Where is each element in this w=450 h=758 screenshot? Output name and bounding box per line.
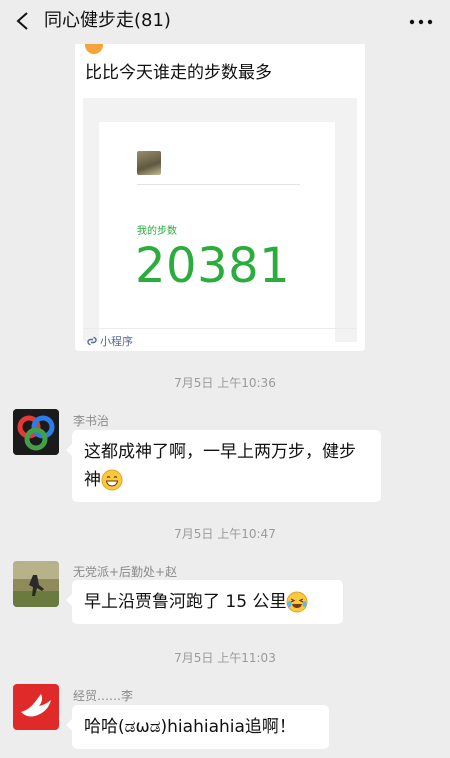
avatar-logo-icon [13, 409, 59, 455]
avatar-photo-icon [13, 561, 59, 607]
message-timestamp: 7月5日 上午10:47 [174, 527, 276, 541]
mini-program-avatar [137, 151, 161, 175]
message-timestamp: 7月5日 上午10:36 [174, 376, 276, 390]
message-text: 早上沿贾鲁河跑了 15 公里 [84, 592, 287, 612]
message-text: 这都成神了啊，一早上两万步，健步神 [84, 442, 356, 490]
back-icon[interactable] [12, 10, 34, 32]
sender-name: 李书治 [73, 414, 110, 428]
smile-emoji-icon [101, 469, 123, 491]
message-bubble[interactable]: 哈哈(ಡωಡ)hiahiahia追啊！ [66, 705, 329, 749]
message-bubble[interactable]: 早上沿贾鲁河跑了 15 公里 [66, 580, 343, 624]
sender-name: 经贸……李 [73, 689, 134, 703]
mini-program-divider [137, 184, 300, 185]
avatar[interactable] [13, 561, 59, 607]
mini-program-link-icon [87, 336, 97, 346]
message-text: 哈哈(ಡωಡ)hiahiahia追啊！ [84, 717, 296, 737]
avatar[interactable] [13, 684, 59, 730]
chat-header: 同心健步走(81) [0, 0, 450, 44]
mini-program-footer-label: 小程序 [100, 335, 133, 348]
mini-program-footer-divider [83, 328, 357, 329]
avatar[interactable] [13, 409, 59, 455]
mini-program-title: 比比今天谁走的步数最多 [85, 63, 272, 83]
mini-program-card[interactable]: 比比今天谁走的步数最多 我的步数 20381 小程序 [75, 28, 365, 351]
steps-label: 我的步数 [137, 226, 177, 237]
sender-name: 无党派+后勤处+赵 [73, 565, 178, 579]
more-icon[interactable] [408, 12, 434, 32]
steps-value: 20381 [135, 238, 291, 294]
mini-program-preview: 我的步数 20381 [83, 98, 357, 342]
message-timestamp: 7月5日 上午11:03 [174, 651, 276, 665]
laugh-cry-emoji-icon [286, 591, 308, 613]
avatar-logo-icon [13, 684, 59, 730]
message-bubble[interactable]: 这都成神了啊，一早上两万步，健步神 [66, 430, 381, 502]
mini-program-preview-panel: 我的步数 20381 [99, 122, 335, 342]
chat-title: 同心健步走(81) [44, 10, 171, 31]
